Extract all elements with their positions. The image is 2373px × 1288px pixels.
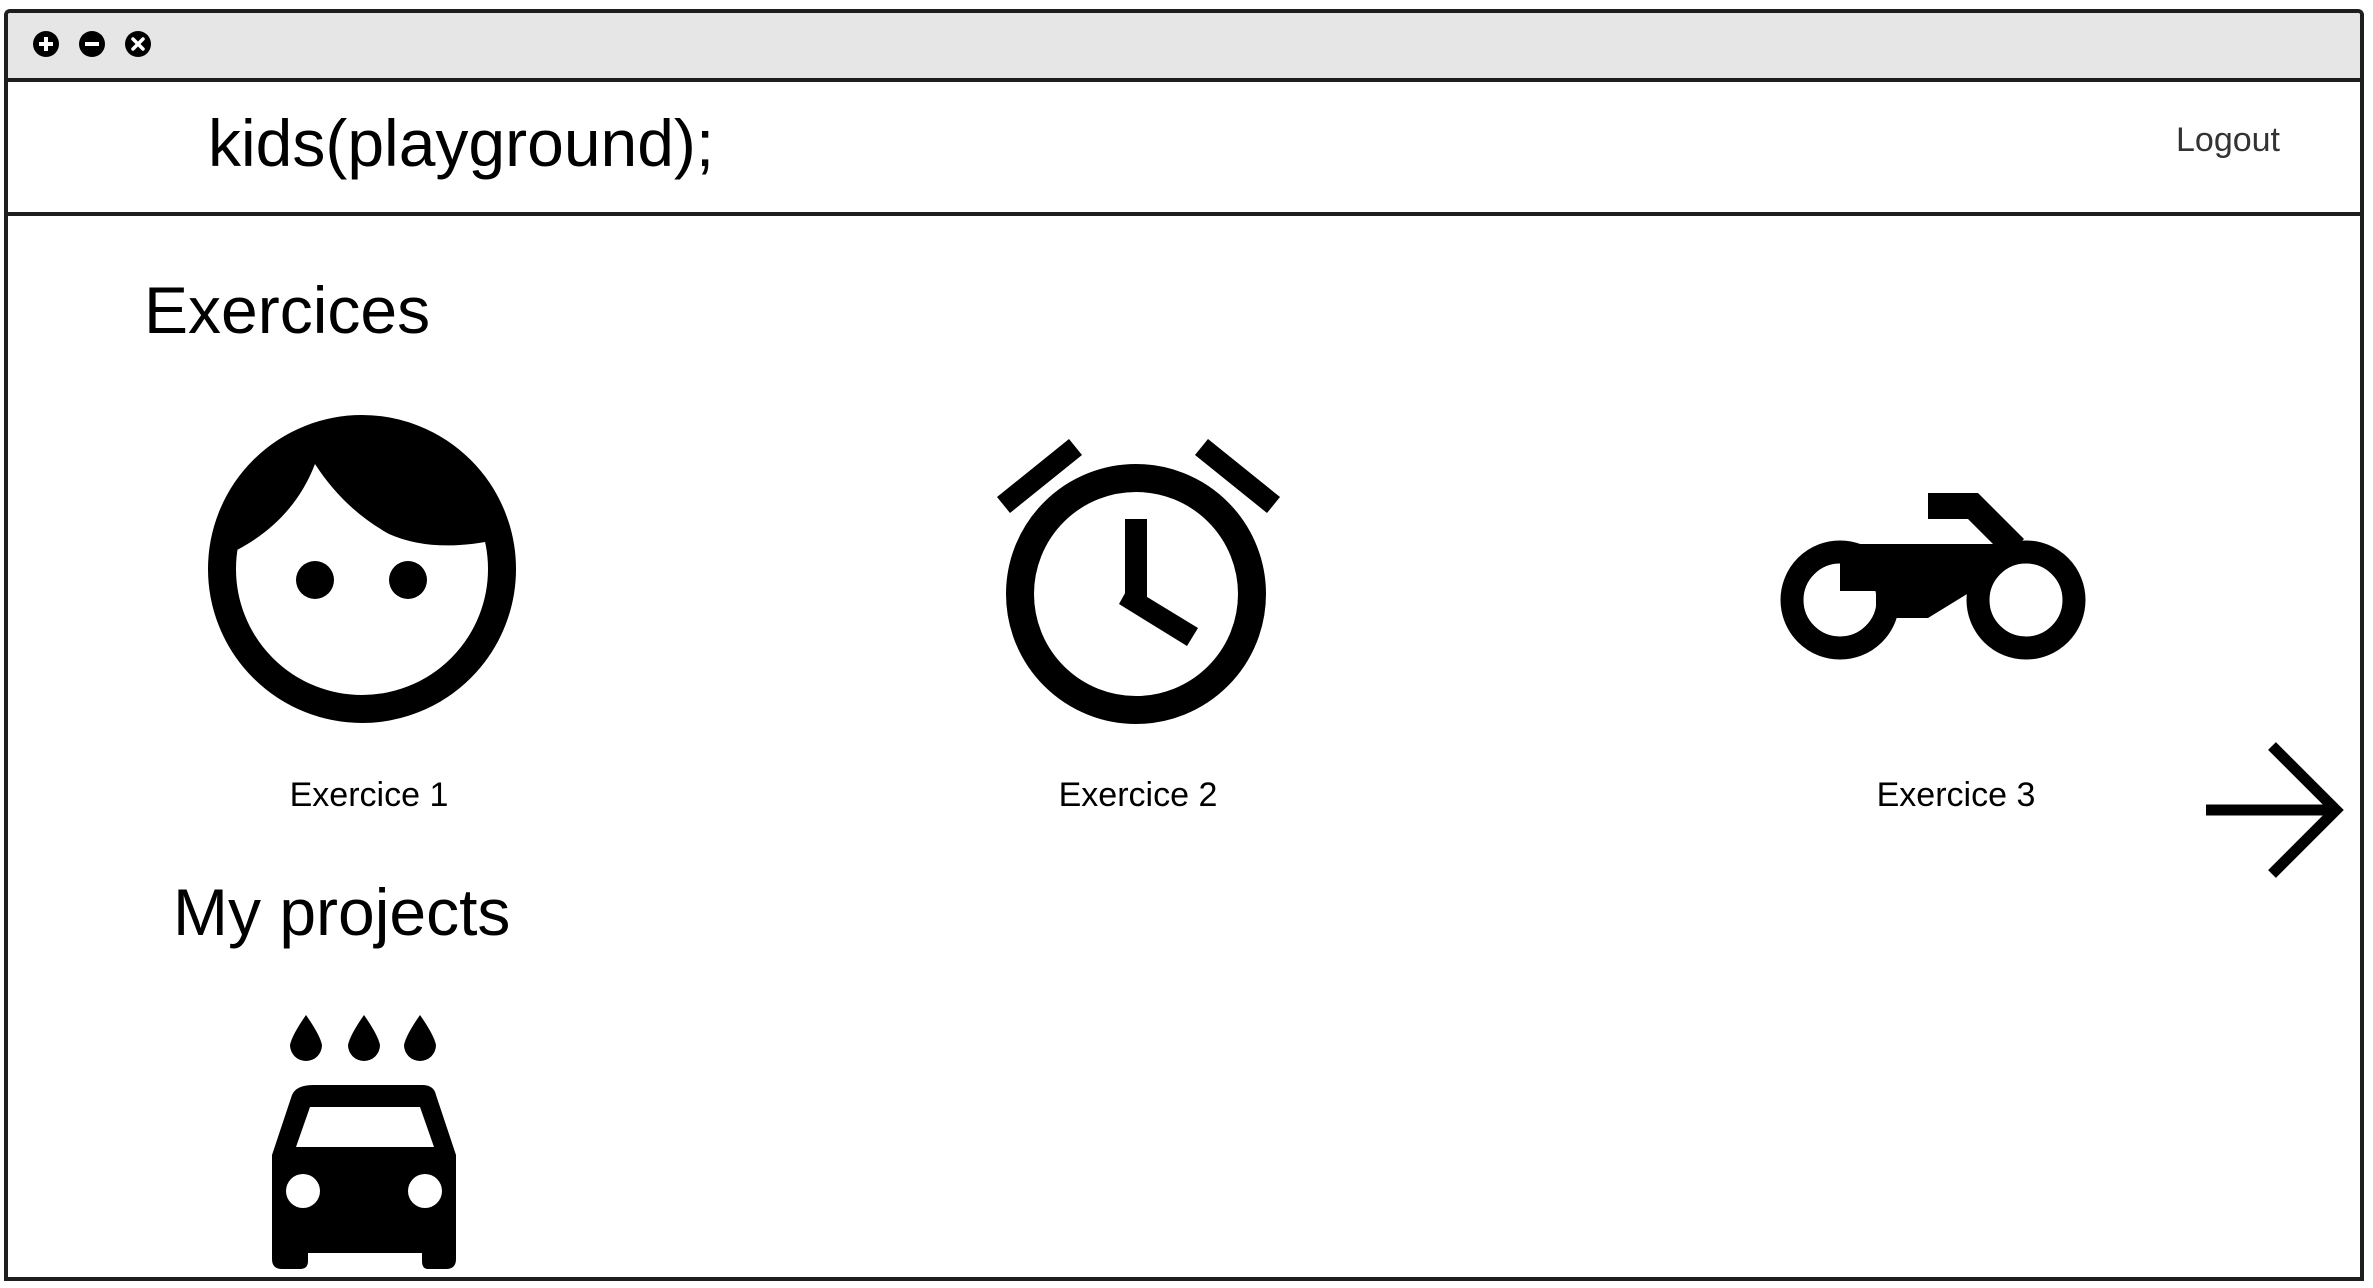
projects-section-title: My projects xyxy=(173,875,511,949)
app-window: kids(playground); Logout Exercices Exerc… xyxy=(4,9,2364,1281)
exercise-label[interactable]: Exercice 3 xyxy=(1871,773,2041,817)
exercises-section-title: Exercices xyxy=(144,273,431,347)
exercise-label[interactable]: Exercice 1 xyxy=(284,773,454,817)
app-header: kids(playground); Logout xyxy=(8,82,2360,216)
exercise-label[interactable]: Exercice 2 xyxy=(1053,773,1223,817)
motorcycle-icon[interactable] xyxy=(1778,483,2098,693)
face-icon[interactable] xyxy=(204,409,524,729)
brand-title: kids(playground); xyxy=(208,106,715,180)
car-wash-icon[interactable] xyxy=(258,1005,470,1275)
close-icon[interactable] xyxy=(124,30,152,58)
arrow-right-icon[interactable] xyxy=(2198,735,2348,885)
maximize-icon[interactable] xyxy=(32,30,60,58)
alarm-clock-icon[interactable] xyxy=(984,421,1304,741)
window-titlebar xyxy=(8,13,2360,82)
logout-link[interactable]: Logout xyxy=(2176,118,2280,162)
minimize-icon[interactable] xyxy=(78,30,106,58)
